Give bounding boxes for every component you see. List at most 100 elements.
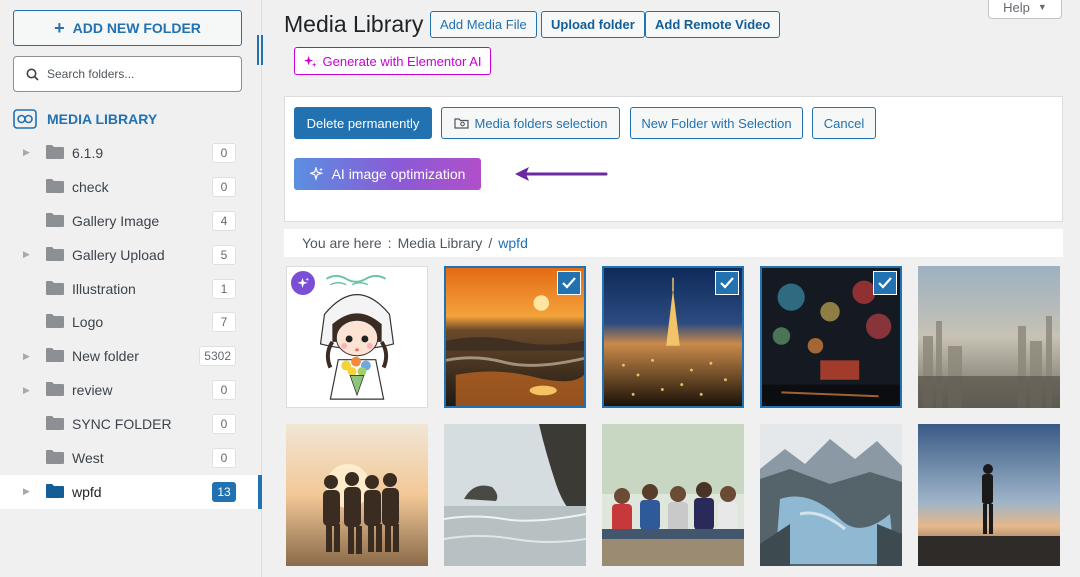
folder-icon — [46, 314, 64, 329]
folder-count-badge: 0 — [212, 448, 236, 469]
folder-count-badge: 0 — [212, 380, 236, 401]
folder-item[interactable]: ▶ wpfd 13 — [0, 474, 262, 509]
folder-name: West — [72, 450, 104, 467]
folder-icon — [46, 416, 64, 431]
folder-count-badge: 0 — [212, 414, 236, 435]
folder-count-badge: 1 — [212, 278, 236, 299]
help-button[interactable]: Help ▼ — [988, 0, 1062, 19]
folder-item[interactable]: ▶ review 0 — [0, 373, 262, 407]
folder-count-badge: 5 — [212, 244, 236, 265]
media-library-root[interactable]: MEDIA LIBRARY — [13, 108, 157, 130]
folder-list: ▶ 6.1.9 0 check 0 Gallery Image 4 ▶ Gallery Uplo… — [0, 136, 262, 509]
add-media-file-button[interactable]: Add Media File — [430, 11, 537, 38]
folder-icon — [46, 450, 64, 465]
folder-search-box[interactable] — [13, 56, 242, 92]
media-thumbnail[interactable] — [286, 424, 428, 566]
folder-icon — [46, 382, 64, 397]
ai-sparkle-badge — [291, 271, 315, 295]
breadcrumb-root[interactable]: Media Library — [398, 235, 483, 251]
checkmark-icon[interactable] — [873, 271, 897, 295]
folder-image-icon — [453, 118, 469, 129]
caret-down-icon: ▼ — [1037, 2, 1047, 12]
delete-permanently-button[interactable]: Delete permanently — [294, 107, 432, 139]
folder-item[interactable]: Logo 7 — [0, 305, 262, 339]
folder-name: wpfd — [72, 483, 102, 500]
folder-count-badge: 0 — [212, 143, 236, 163]
silhouette-sunset-photo — [918, 424, 1060, 566]
folder-count-badge: 13 — [212, 481, 236, 502]
breadcrumb: You are here : Media Library / wpfd — [284, 229, 1063, 257]
folder-icon — [46, 145, 64, 159]
folder-name: check — [72, 178, 109, 195]
media-library-icon — [13, 109, 37, 129]
media-thumbnail[interactable] — [918, 424, 1060, 566]
folder-icon — [46, 280, 64, 295]
add-new-folder-label: ADD NEW FOLDER — [72, 20, 201, 36]
rocky-coast-photo — [444, 424, 586, 566]
upload-folder-button[interactable]: Upload folder — [541, 11, 645, 38]
folder-item[interactable]: West 0 — [0, 441, 262, 475]
folder-item[interactable]: SYNC FOLDER 0 — [0, 407, 262, 441]
media-thumbnail[interactable] — [602, 424, 744, 566]
folder-count-badge: 0 — [212, 176, 236, 197]
folder-count-badge: 4 — [212, 210, 236, 231]
media-thumbnail[interactable] — [602, 266, 744, 408]
sparkle-icon — [303, 55, 317, 67]
breadcrumb-current[interactable]: wpfd — [498, 235, 528, 251]
checkmark-icon[interactable] — [557, 271, 581, 295]
folder-name: 6.1.9 — [72, 145, 104, 161]
folder-item[interactable]: Gallery Image 4 — [0, 204, 262, 238]
add-new-folder-button[interactable]: + ADD NEW FOLDER — [13, 10, 242, 46]
sidebar-resize-handle[interactable] — [257, 35, 267, 65]
plus-icon: + — [54, 18, 65, 38]
folder-name: SYNC FOLDER — [72, 416, 172, 433]
folder-item[interactable]: Illustration 1 — [0, 272, 262, 306]
checkmark-icon[interactable] — [715, 271, 739, 295]
chevron-right-icon[interactable]: ▶ — [23, 249, 33, 260]
media-library-label: MEDIA LIBRARY — [47, 111, 158, 127]
mountain-lake-photo — [760, 424, 902, 566]
folder-name: Gallery Upload — [72, 246, 165, 263]
media-thumbnail[interactable] — [444, 266, 586, 408]
page-title: Media Library — [284, 11, 424, 37]
folder-name: Logo — [72, 314, 104, 331]
folder-count-badge: 7 — [212, 312, 236, 333]
add-remote-video-button[interactable]: Add Remote Video — [645, 11, 781, 38]
search-icon — [26, 68, 39, 81]
chevron-right-icon[interactable]: ▶ — [23, 147, 33, 158]
folder-item[interactable]: ▶ Gallery Upload 5 — [0, 238, 262, 272]
breadcrumb-prefix: You are here — [302, 235, 382, 251]
folder-icon — [46, 212, 64, 227]
ai-image-optimization-button[interactable]: AI image optimization — [294, 158, 481, 190]
media-folders-selection-button[interactable]: Media folders selection — [441, 107, 620, 139]
media-thumbnail[interactable] — [760, 424, 902, 566]
folder-search-input[interactable] — [47, 67, 227, 81]
new-folder-with-selection-button[interactable]: New Folder with Selection — [630, 107, 803, 139]
media-thumbnail[interactable] — [918, 266, 1060, 408]
group-friends-photo — [602, 424, 744, 566]
cancel-button[interactable]: Cancel — [812, 107, 876, 139]
folder-icon — [46, 348, 64, 363]
folder-name: Gallery Image — [72, 212, 160, 229]
folder-item[interactable]: ▶ 6.1.9 0 — [0, 136, 262, 170]
help-label: Help — [1003, 0, 1030, 15]
bulk-action-panel: Delete permanently Media folders selecti… — [284, 96, 1063, 222]
folder-icon — [46, 246, 64, 261]
media-thumbnail[interactable] — [286, 266, 428, 408]
generate-elementor-ai-button[interactable]: Generate with Elementor AI — [294, 47, 491, 75]
media-thumbnail[interactable] — [760, 266, 902, 408]
folder-name: New folder — [72, 348, 139, 365]
breadcrumb-slash: / — [488, 235, 493, 251]
folder-sidebar: + ADD NEW FOLDER MEDIA LIBRARY ▶6.1.90ch… — [0, 0, 263, 577]
media-thumbnail[interactable] — [444, 424, 586, 566]
chevron-right-icon[interactable]: ▶ — [23, 351, 33, 362]
folder-item[interactable]: check 0 — [0, 170, 262, 204]
chevron-right-icon[interactable]: ▶ — [23, 385, 33, 396]
hazy-city-photo — [918, 266, 1060, 408]
folder-item[interactable]: ▶ New folder 5302 — [0, 339, 262, 373]
chevron-right-icon[interactable]: ▶ — [23, 486, 33, 497]
pointer-arrow-icon — [515, 167, 608, 181]
folder-count-badge: 5302 — [199, 346, 236, 367]
friends-sunset-photo — [286, 424, 428, 566]
breadcrumb-separator: : — [387, 235, 392, 251]
